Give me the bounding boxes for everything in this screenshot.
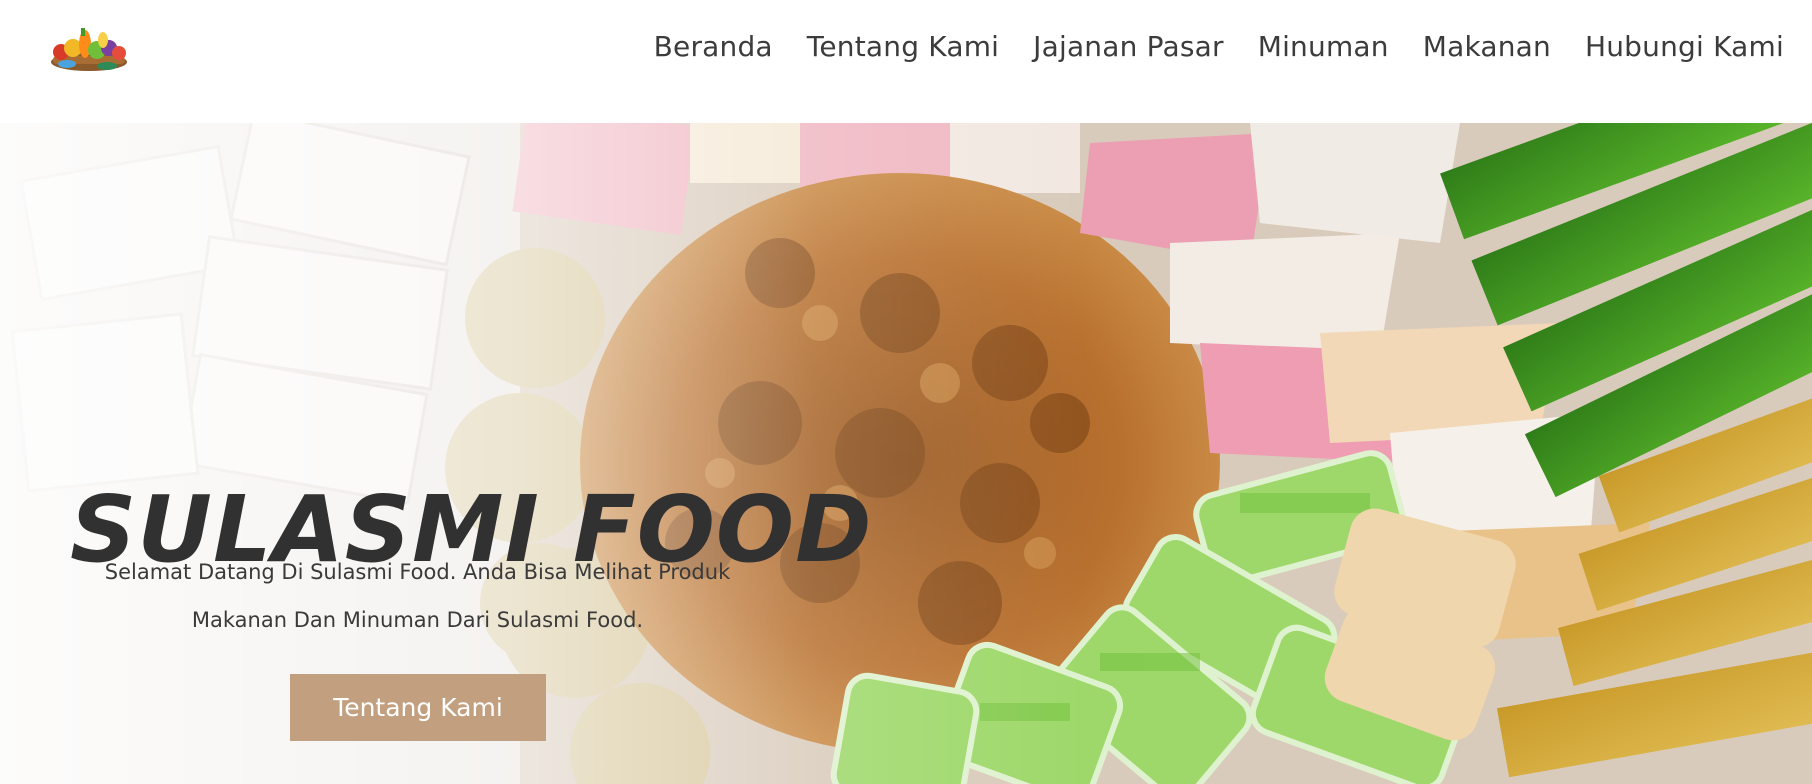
nav-link-minuman[interactable]: Minuman — [1258, 30, 1389, 63]
hero-background-food-image — [0, 123, 1812, 784]
nav-link-tentang-kami[interactable]: Tentang Kami — [807, 30, 999, 63]
hero-subtitle-line-2: Makanan Dan Minuman Dari Sulasmi Food. — [191, 608, 644, 632]
nav-link-hubungi-kami[interactable]: Hubungi Kami — [1585, 30, 1784, 63]
hero-subtitle-line-1: Selamat Datang Di Sulasmi Food. Anda Bis… — [104, 560, 731, 584]
nav-link-makanan[interactable]: Makanan — [1423, 30, 1551, 63]
nav-link-beranda[interactable]: Beranda — [654, 30, 773, 63]
tentang-kami-button[interactable]: Tentang Kami — [290, 674, 546, 741]
logo-food-basket-icon[interactable] — [45, 26, 133, 76]
nav-link-jajanan-pasar[interactable]: Jajanan Pasar — [1033, 30, 1224, 63]
hero-section: SULASMI FOOD Selamat Datang Di Sulasmi F… — [0, 123, 1812, 784]
site-navbar: Beranda Tentang Kami Jajanan Pasar Minum… — [0, 0, 1812, 123]
main-navigation: Beranda Tentang Kami Jajanan Pasar Minum… — [654, 30, 1784, 63]
hero-subtitle: Selamat Datang Di Sulasmi Food. Anda Bis… — [70, 548, 765, 644]
